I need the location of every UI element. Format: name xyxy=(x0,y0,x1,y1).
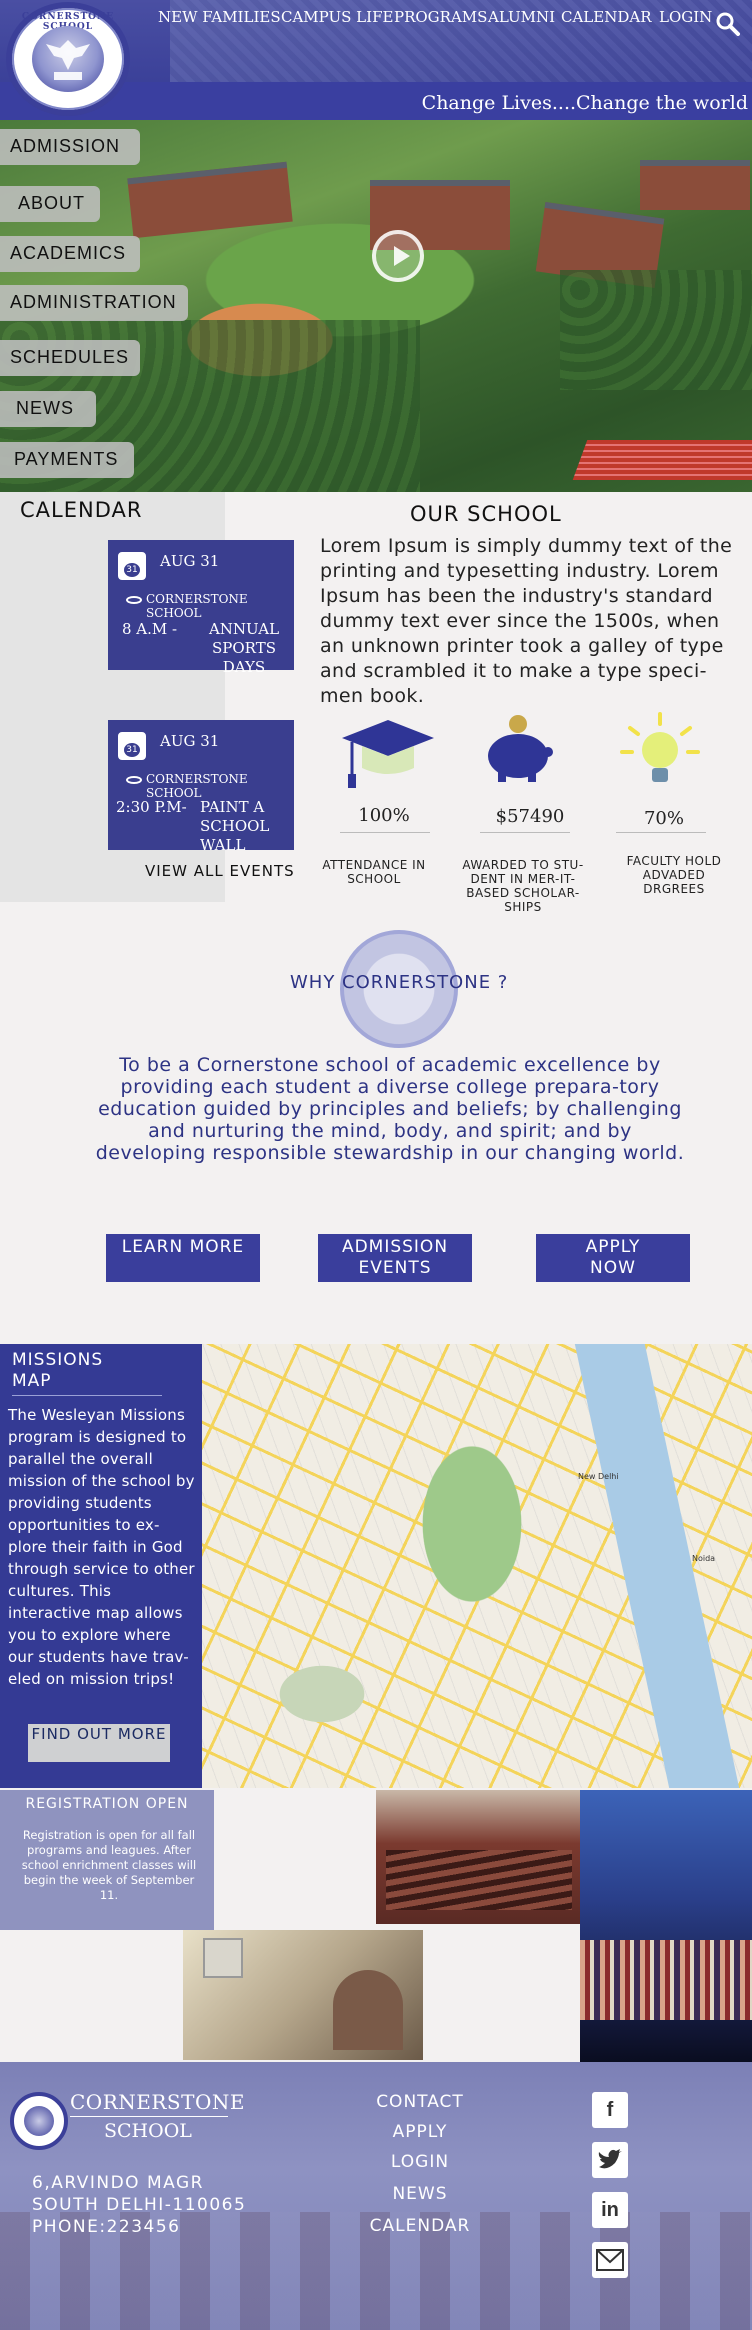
footer-link-calendar[interactable]: CALENDAR xyxy=(360,2216,480,2236)
piggy-bank-icon xyxy=(488,715,553,782)
linkedin-icon[interactable]: in xyxy=(592,2192,628,2228)
map-label: Noida xyxy=(692,1554,716,1563)
event-location: CORNERSTONE SCHOOL xyxy=(146,592,248,620)
our-school-text: Lorem Ipsum is simply dummy text of the … xyxy=(320,535,733,707)
calendar-title: CALENDAR xyxy=(20,498,143,522)
event-date: AUG 31 xyxy=(160,732,220,750)
footer-link-login[interactable]: LOGIN xyxy=(360,2152,480,2172)
view-all-events-link[interactable]: VIEW ALL EVENTS xyxy=(145,862,295,880)
our-school-title: OUR SCHOOL xyxy=(410,502,562,526)
why-title: WHY CORNERSTONE ? xyxy=(290,972,509,993)
event-time: 2:30 P.M- xyxy=(116,798,187,816)
building xyxy=(640,160,750,210)
stage-performance-photo xyxy=(580,1790,752,2062)
event-time: 8 A.M - xyxy=(122,620,178,638)
nav-calendar[interactable]: CALENDAR xyxy=(561,8,652,26)
sidebar-item-administration[interactable]: ADMINISTRATION xyxy=(0,285,188,321)
building xyxy=(127,161,293,239)
computer-lab-photo xyxy=(183,1930,423,2060)
trees xyxy=(560,270,752,390)
faculty-label: FACULTY HOLD ADVADED DRGREES xyxy=(626,854,722,896)
sidebar-item-news[interactable]: NEWS xyxy=(0,391,96,427)
missions-map[interactable]: New Delhi Noida xyxy=(202,1344,752,1788)
attendance-value: 100% xyxy=(358,805,410,826)
event-card[interactable]: 31 AUG 31 CORNERSTONE SCHOOL 8 A.M - ANN… xyxy=(108,540,294,676)
nav-alumni[interactable]: ALUMNI xyxy=(488,8,555,26)
scholarship-value: $57490 xyxy=(495,806,565,827)
footer-school-name-line2: SCHOOL xyxy=(104,2120,192,2142)
lightbulb-icon xyxy=(620,712,700,782)
location-pin-icon xyxy=(126,776,142,784)
footer-logo-emblem xyxy=(24,2106,54,2136)
event-location: CORNERSTONE SCHOOL xyxy=(146,772,248,800)
school-logo[interactable]: CORNERSTONE SCHOOL xyxy=(6,2,130,116)
sidebar-item-academics[interactable]: ACADEMICS xyxy=(0,236,140,272)
sidebar-item-schedules[interactable]: SCHEDULES xyxy=(0,340,140,376)
stat-divider xyxy=(340,832,430,833)
registration-title: REGISTRATION OPEN xyxy=(25,1796,189,1812)
location-pin-icon xyxy=(126,596,142,604)
missions-divider xyxy=(12,1395,162,1396)
tagline: Change Lives....Change the world xyxy=(421,92,748,114)
calendar-icon: 31 xyxy=(118,552,146,580)
footer-link-contact[interactable]: CONTACT xyxy=(360,2092,480,2112)
performers xyxy=(580,1940,752,2020)
dining-hall-photo xyxy=(376,1790,582,1924)
scholarship-label: AWARDED TO STU-DENT IN MER-IT-BASED SCHO… xyxy=(462,858,584,914)
nav-programs[interactable]: PROGRAMS xyxy=(394,8,487,26)
missions-title: MISSIONS MAP xyxy=(12,1350,104,1391)
nav-campus-life[interactable]: CAMPUS LIFE xyxy=(281,8,393,26)
computer-monitor xyxy=(203,1938,243,1978)
stat-divider xyxy=(616,832,706,833)
why-text: To be a Cornerstone school of academic e… xyxy=(95,1054,685,1164)
search-icon[interactable] xyxy=(716,12,740,36)
apply-now-button[interactable]: APPLY NOW xyxy=(536,1234,690,1282)
admission-events-button[interactable]: ADMISSION EVENTS xyxy=(318,1234,472,1282)
footer-link-news[interactable]: NEWS xyxy=(360,2184,480,2204)
tables xyxy=(386,1850,572,1910)
nav-new-families[interactable]: NEW FAMILIES xyxy=(158,8,281,26)
mail-icon[interactable] xyxy=(592,2242,628,2278)
footer-logo[interactable] xyxy=(10,2092,68,2150)
footer-address: 6,ARVINDO MAGR SOUTH DELHI-110065 PHONE:… xyxy=(32,2173,247,2237)
student xyxy=(333,1970,403,2050)
graduation-cap-icon xyxy=(342,720,434,788)
learn-more-button[interactable]: LEARN MORE xyxy=(106,1234,260,1282)
attendance-label: ATTENDANCE IN SCHOOL xyxy=(322,858,426,886)
faculty-value: 70% xyxy=(643,808,684,829)
facebook-icon[interactable]: f xyxy=(592,2092,628,2128)
sidebar-item-admission[interactable]: ADMISSION xyxy=(0,129,140,165)
calendar-icon: 31 xyxy=(118,732,146,760)
missions-text: The Wesleyan Missions program is designe… xyxy=(8,1406,195,1688)
nav-login[interactable]: LOGIN xyxy=(659,8,712,26)
sidebar-item-about[interactable]: ABOUT xyxy=(0,186,100,222)
footer-school-name: CORNERSTONE xyxy=(70,2090,245,2114)
map-label: New Delhi xyxy=(578,1472,619,1481)
event-description: PAINT A SCHOOL WALL xyxy=(200,798,270,854)
play-icon[interactable] xyxy=(372,230,424,282)
eagle-emblem-icon xyxy=(46,40,90,80)
twitter-icon[interactable] xyxy=(592,2142,628,2178)
map-river xyxy=(574,1344,740,1788)
event-card[interactable]: 31 AUG 31 CORNERSTONE SCHOOL 2:30 P.M- P… xyxy=(108,720,294,854)
event-date: AUG 31 xyxy=(160,552,220,570)
footer-link-apply[interactable]: APPLY xyxy=(360,2122,480,2142)
sidebar-item-payments[interactable]: PAYMENTS xyxy=(0,442,134,478)
footer-name-divider xyxy=(70,2116,228,2117)
event-description: ANNUAL SPORTS DAYS xyxy=(208,620,280,676)
running-track xyxy=(572,440,752,480)
registration-text: Registration is open for all fall progra… xyxy=(21,1828,197,1902)
find-out-more-button[interactable]: FIND OUT MORE xyxy=(28,1724,170,1762)
stat-divider xyxy=(480,832,570,833)
logo-emblem xyxy=(32,26,104,92)
